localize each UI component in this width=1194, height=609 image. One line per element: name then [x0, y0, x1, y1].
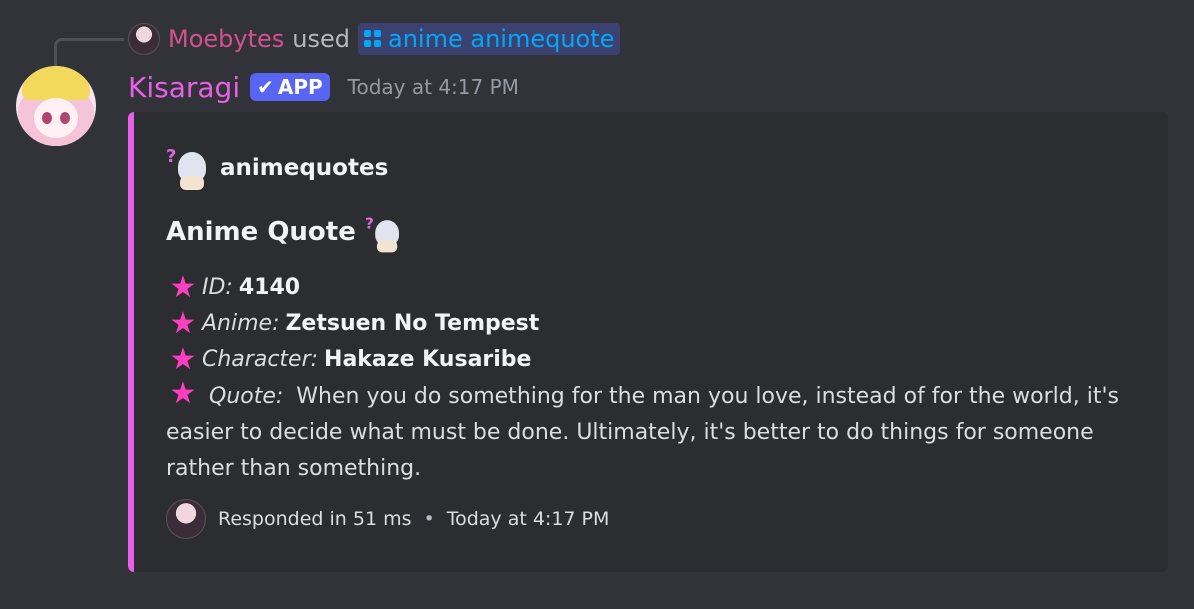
- message-timestamp[interactable]: Today at 4:17 PM: [348, 75, 519, 99]
- quote-embed: ? animequotes Anime Quote ? ★ ID: 4140 ★…: [128, 112, 1168, 572]
- user-avatar[interactable]: [128, 23, 160, 55]
- slash-command-pill[interactable]: anime animequote: [358, 23, 621, 55]
- star-icon: ★: [169, 306, 197, 341]
- field-character: ★ Character: Hakaze Kusaribe: [166, 342, 1156, 378]
- footer-timestamp: Today at 4:17 PM: [446, 508, 610, 530]
- embed-title-text: Anime Quote: [166, 217, 356, 247]
- author-icon: ?: [166, 146, 210, 190]
- star-icon: ★: [169, 376, 197, 411]
- star-icon: ★: [169, 270, 197, 305]
- footer-separator: •: [423, 508, 435, 530]
- check-icon: ✔: [257, 75, 274, 99]
- quote-text: When you do something for the man you lo…: [166, 384, 1119, 481]
- star-icon: ★: [169, 342, 197, 377]
- reply-connector-line: [54, 38, 124, 66]
- field-anime: ★ Anime: Zetsuen No Tempest: [166, 306, 1156, 342]
- embed-author-name: animequotes: [220, 155, 389, 181]
- field-value: 4140: [238, 275, 301, 300]
- field-value: Zetsuen No Tempest: [285, 311, 540, 336]
- footer-avatar: [166, 499, 206, 539]
- field-label: Quote:: [209, 384, 284, 409]
- embed-title: Anime Quote ?: [166, 212, 402, 253]
- avatar-hat: [22, 66, 90, 100]
- bot-avatar[interactable]: [16, 66, 96, 146]
- app-badge: ✔ APP: [250, 73, 330, 101]
- command-name: anime animequote: [388, 25, 615, 53]
- field-id: ★ ID: 4140: [166, 270, 1156, 306]
- response-time: Responded in 51 ms: [218, 508, 412, 530]
- reply-username[interactable]: Moebytes: [168, 25, 284, 53]
- app-badge-label: APP: [277, 75, 323, 99]
- avatar-eye: [60, 112, 70, 124]
- message-header: Kisaragi ✔ APP Today at 4:17 PM: [128, 68, 519, 106]
- embed-author: ? animequotes: [166, 146, 388, 190]
- embed-footer: Responded in 51 ms • Today at 4:17 PM: [166, 498, 609, 540]
- title-emoji-icon: ?: [365, 215, 399, 253]
- avatar-eye: [42, 112, 52, 124]
- field-label: Anime:: [202, 311, 280, 336]
- field-value: Hakaze Kusaribe: [324, 347, 532, 372]
- slash-command-icon: [364, 30, 382, 48]
- field-quote: ★ Quote: When you do something for the m…: [166, 378, 1156, 487]
- command-reply-bar: Moebytes used anime animequote: [128, 22, 621, 56]
- field-label: ID:: [202, 275, 233, 300]
- bot-username[interactable]: Kisaragi: [128, 71, 240, 104]
- field-label: Character:: [202, 347, 319, 372]
- discord-message-view: Moebytes used anime animequote Kisaragi …: [0, 0, 1194, 609]
- avatar-face: [34, 98, 78, 138]
- embed-fields: ★ ID: 4140 ★ Anime: Zetsuen No Tempest ★…: [166, 270, 1156, 487]
- reply-used-text: used: [292, 25, 350, 53]
